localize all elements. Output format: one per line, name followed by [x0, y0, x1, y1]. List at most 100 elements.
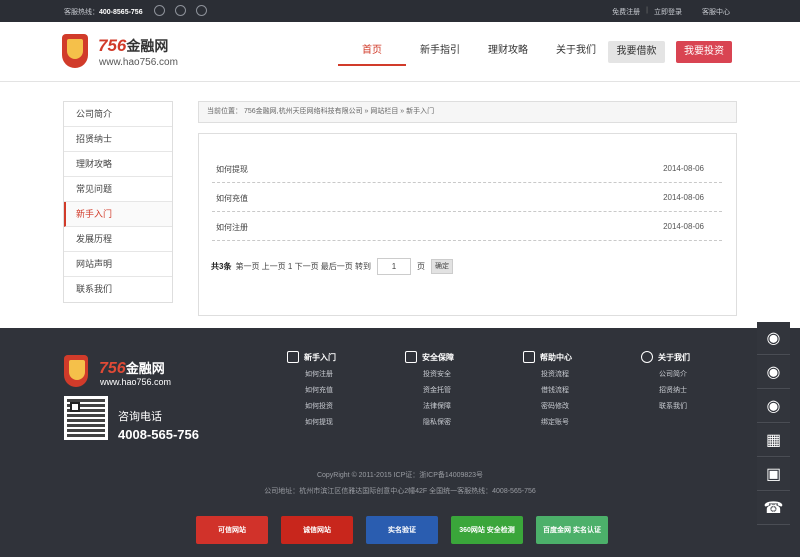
- side-item-faq[interactable]: 常见问题: [64, 177, 172, 202]
- register-link[interactable]: 免费注册: [612, 7, 640, 17]
- footer-col-title: 帮助中心: [540, 352, 572, 362]
- hotline-label: 客服热线：: [64, 9, 99, 16]
- hotline-number: 400-8565-756: [99, 9, 143, 16]
- real-name-badge[interactable]: 实名验证: [366, 516, 438, 544]
- pagination: 共3条 第一页 上一页 1 下一页 最后一页 转到 1 页 确定: [211, 258, 454, 275]
- article-list-panel: 如何提现 2014-08-06 如何充值 2014-08-06 如何注册 201…: [198, 133, 737, 316]
- footer-col-title: 关于我们: [658, 352, 690, 362]
- footer-col-beginner: 新手入门 如何注册 如何充值 如何投资 如何提现: [287, 351, 397, 431]
- footer-link[interactable]: 投资流程: [523, 367, 633, 383]
- login-link[interactable]: 立即登录: [654, 7, 682, 17]
- footer-link[interactable]: 如何注册: [287, 367, 397, 383]
- side-item-contact[interactable]: 联系我们: [64, 277, 172, 302]
- copyright-text: CopyRight © 2011-2015 ICP证：浙ICP备14009823…: [316, 472, 484, 479]
- consult-phone: 4008-565-756: [118, 427, 199, 442]
- article-title[interactable]: 如何充值: [216, 193, 248, 204]
- footer-link[interactable]: 如何投资: [287, 399, 397, 415]
- list-item[interactable]: 如何注册 2014-08-06: [212, 212, 722, 241]
- trust-badges: 可信网站 诚信网站 实名验证 360网站 安全检测 百度金网 实名认证: [196, 516, 608, 544]
- main-nav: 首页 新手指引 理财攻略 关于我们: [338, 40, 610, 66]
- phone-icon[interactable]: ☎: [757, 492, 790, 525]
- shield-logo-icon: [62, 34, 88, 68]
- footer: 756金融网 www.hao756.com 咨询电话 4008-565-756 …: [0, 328, 800, 557]
- article-title[interactable]: 如何注册: [216, 222, 248, 233]
- side-item-beginner[interactable]: 新手入门: [64, 202, 172, 227]
- footer-col-title: 新手入门: [304, 352, 336, 362]
- qq-icon[interactable]: ◉: [757, 356, 790, 389]
- footer-col-help: 帮助中心 投资流程 借钱流程 密码修改 绑定账号: [523, 351, 633, 431]
- social-icons: [154, 5, 207, 16]
- side-item-statement[interactable]: 网站声明: [64, 252, 172, 277]
- address-text: 公司地址：杭州市滨江区信雅达国际创意中心2幢42F 全国统一客服热线：4008-…: [264, 488, 536, 495]
- account-links: 免费注册 | 立即登录 客服中心: [612, 7, 730, 17]
- qr-code-icon[interactable]: ▣: [757, 458, 790, 491]
- qq-icon[interactable]: ◉: [757, 322, 790, 355]
- side-menu: 公司简介 招贤纳士 理财攻略 常见问题 新手入门 发展历程 网站声明 联系我们: [63, 101, 173, 303]
- footer-logo-number: 756: [99, 360, 126, 377]
- credible-site-badge[interactable]: 诚信网站: [281, 516, 353, 544]
- footer-link[interactable]: 如何提现: [287, 415, 397, 431]
- qq-icon[interactable]: ◉: [757, 390, 790, 423]
- logo-url: www.hao756.com: [99, 57, 178, 68]
- footer-link[interactable]: 公司简介: [641, 367, 751, 383]
- wechat-icon[interactable]: [196, 5, 207, 16]
- pager-unit: 页: [417, 262, 426, 271]
- footer-link[interactable]: 投资安全: [405, 367, 515, 383]
- pager-links[interactable]: 第一页 上一页 1 下一页 最后一页 转到: [235, 261, 371, 272]
- logo-name: 金融网: [126, 38, 169, 54]
- list-item[interactable]: 如何提现 2014-08-06: [212, 154, 722, 183]
- side-item-company[interactable]: 公司简介: [64, 102, 172, 127]
- pager-total: 共3条: [211, 262, 232, 271]
- footer-link[interactable]: 法律保障: [405, 399, 515, 415]
- top-bar: 客服热线：400-8565-756 免费注册 | 立即登录 客服中心: [0, 0, 800, 22]
- side-item-finance-tips[interactable]: 理财攻略: [64, 152, 172, 177]
- hotline: 客服热线：400-8565-756: [64, 7, 143, 17]
- invest-button[interactable]: 我要投资: [676, 41, 732, 63]
- service-center-link[interactable]: 客服中心: [702, 7, 730, 17]
- footer-link[interactable]: 密码修改: [523, 399, 633, 415]
- weibo-icon[interactable]: [175, 5, 186, 16]
- copyright: CopyRight © 2011-2015 ICP证：浙ICP备14009823…: [0, 468, 800, 500]
- footer-link[interactable]: 资金托管: [405, 383, 515, 399]
- footer-link[interactable]: 如何充值: [287, 383, 397, 399]
- calculator-icon[interactable]: ▦: [757, 424, 790, 457]
- page-go-button[interactable]: 确定: [431, 259, 454, 274]
- trusted-site-badge[interactable]: 可信网站: [196, 516, 268, 544]
- article-date: 2014-08-06: [663, 193, 704, 202]
- shield-logo-icon: [64, 355, 88, 387]
- footer-link[interactable]: 联系我们: [641, 399, 751, 415]
- baidu-verified-badge[interactable]: 百度金网 实名认证: [536, 516, 608, 544]
- nav-about[interactable]: 关于我们: [542, 40, 610, 66]
- article-title[interactable]: 如何提现: [216, 164, 248, 175]
- qr-code-image: [64, 396, 108, 440]
- footer-link[interactable]: 隐私保密: [405, 415, 515, 431]
- logo-number: 756: [98, 36, 127, 55]
- footer-col-security: 安全保障 投资安全 资金托管 法律保障 隐私保密: [405, 351, 515, 431]
- page-input[interactable]: 1: [377, 258, 412, 275]
- 360-security-badge[interactable]: 360网站 安全检测: [451, 516, 523, 544]
- borrow-button[interactable]: 我要借款: [608, 41, 665, 63]
- footer-link[interactable]: 绑定账号: [523, 415, 633, 431]
- list-item[interactable]: 如何充值 2014-08-06: [212, 183, 722, 212]
- footer-logo-url: www.hao756.com: [100, 377, 172, 387]
- qq-icon[interactable]: [154, 5, 165, 16]
- divider: |: [646, 7, 648, 14]
- nav-beginner-guide[interactable]: 新手指引: [406, 40, 474, 66]
- side-item-history[interactable]: 发展历程: [64, 227, 172, 252]
- footer-col-about: 关于我们 公司简介 招贤纳士 联系我们: [641, 351, 751, 415]
- header: 756金融网 www.hao756.com 首页 新手指引 理财攻略 关于我们 …: [0, 22, 800, 82]
- footer-link[interactable]: 借钱流程: [523, 383, 633, 399]
- home-icon: [287, 351, 299, 363]
- help-center-icon: [523, 351, 535, 363]
- article-date: 2014-08-06: [663, 222, 704, 231]
- thumbs-up-icon: [405, 351, 417, 363]
- nav-home[interactable]: 首页: [338, 40, 406, 66]
- side-item-careers[interactable]: 招贤纳士: [64, 127, 172, 152]
- nav-finance-tips[interactable]: 理财攻略: [474, 40, 542, 66]
- footer-link[interactable]: 招贤纳士: [641, 383, 751, 399]
- article-date: 2014-08-06: [663, 164, 704, 173]
- footer-logo-name: 金融网: [125, 361, 165, 376]
- breadcrumb: 当前位置： 756金融网,杭州天臣网络科技有限公司 » 网站栏目 » 新手入门: [198, 101, 737, 123]
- user-icon: [641, 351, 653, 363]
- consult-label: 咨询电话: [118, 411, 162, 423]
